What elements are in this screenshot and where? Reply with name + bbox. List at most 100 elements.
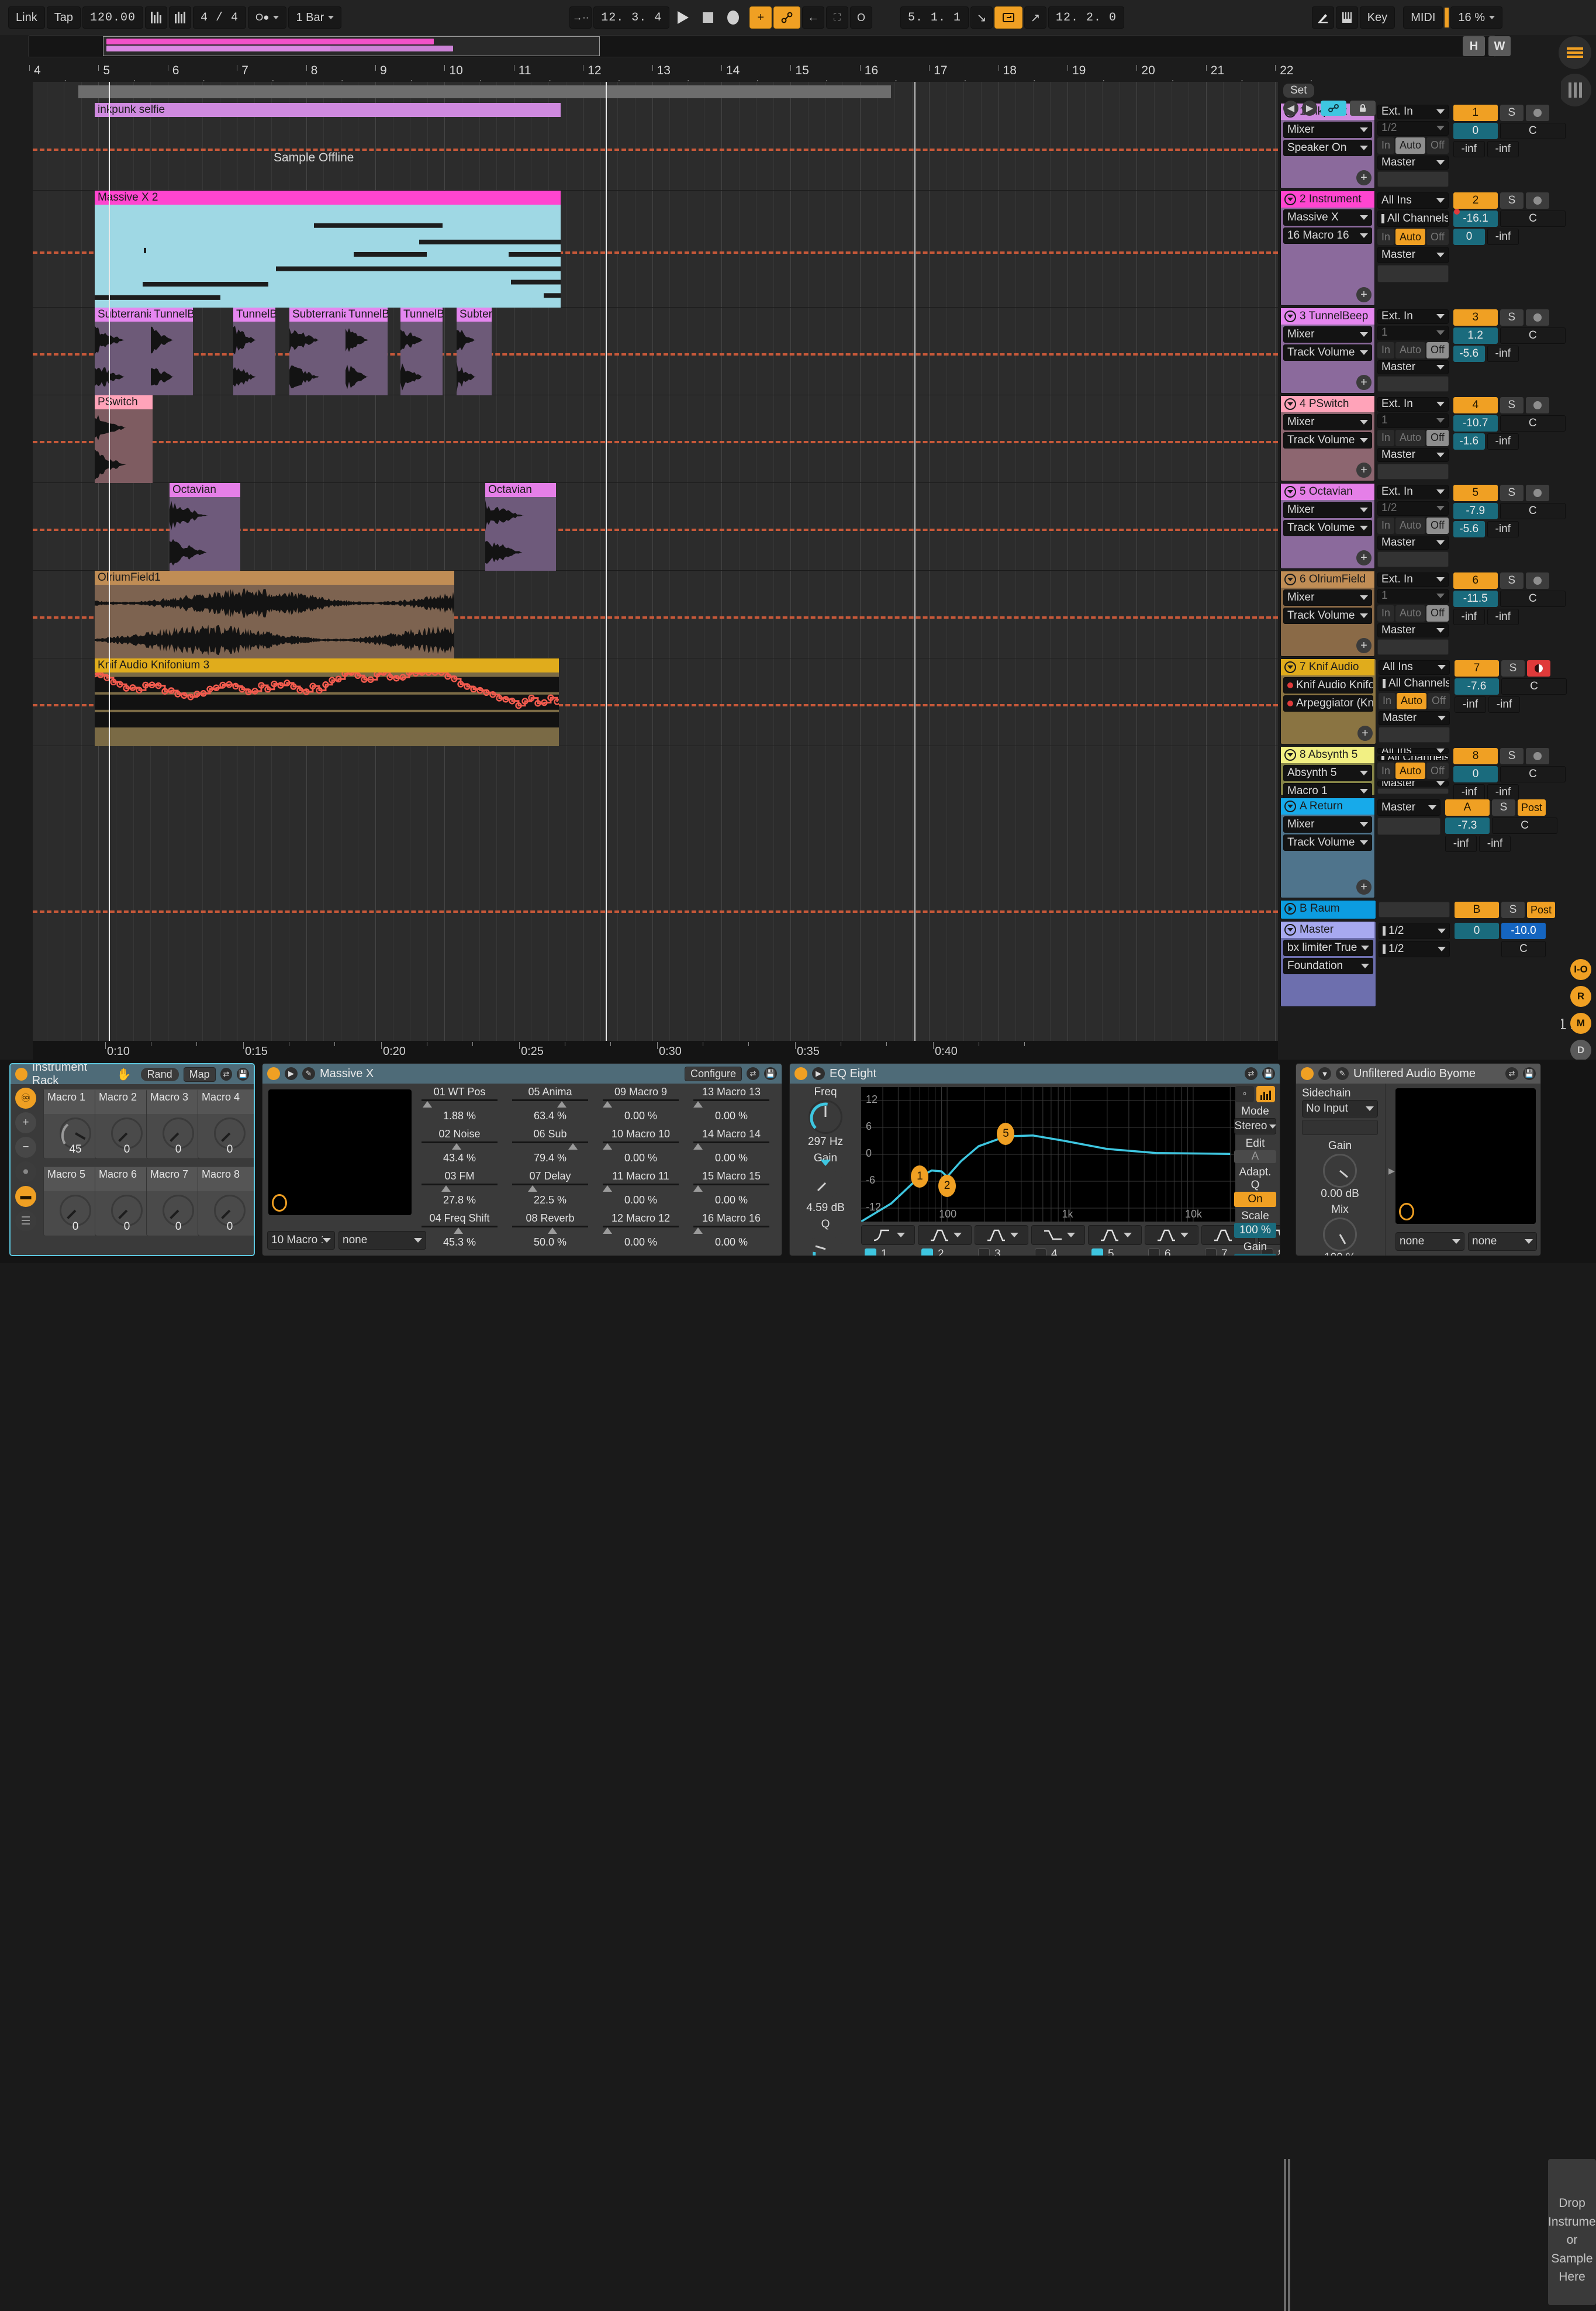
arm-record-button[interactable] <box>1526 748 1549 764</box>
clip-title[interactable]: Octavian <box>170 483 240 497</box>
clip-title[interactable]: inkpunk selfie <box>95 103 561 117</box>
monitor-in-button[interactable]: In <box>1377 517 1395 534</box>
output-select[interactable]: Master <box>1377 155 1449 170</box>
solo-button[interactable]: S <box>1501 660 1525 677</box>
freq-knob[interactable] <box>809 1100 842 1134</box>
device-fold-icon[interactable]: ▼ <box>1318 1067 1331 1080</box>
meter-left-value[interactable]: -1.6 <box>1453 433 1485 450</box>
mixer-section-button-r[interactable]: R <box>1570 986 1591 1007</box>
pan-field[interactable]: C <box>1501 678 1567 695</box>
nudge-icon[interactable] <box>168 6 191 29</box>
output-select[interactable]: Master <box>1377 623 1449 638</box>
key-map-button[interactable]: Key <box>1359 6 1395 29</box>
meter-left-value[interactable]: -inf <box>1445 836 1477 852</box>
arrangement-clip[interactable]: Subterranian Tunnel <box>289 308 346 395</box>
solo-button[interactable]: S <box>1500 397 1524 413</box>
device-header[interactable]: Instrument Rack ✋ Rand Map ⇄ 💾 <box>11 1064 254 1087</box>
byome-plugin-view[interactable] <box>1395 1088 1536 1224</box>
volume-field[interactable]: 1.2 <box>1453 327 1498 344</box>
nav-forward-icon[interactable]: ▶ <box>1302 101 1317 116</box>
meter-left-value[interactable]: -inf <box>1453 141 1485 157</box>
meter-right-value[interactable]: -inf <box>1487 433 1519 450</box>
parameter-thumb[interactable] <box>693 1143 703 1150</box>
lock-icon[interactable] <box>1350 101 1376 116</box>
loop-selector-icon[interactable]: ⛶ <box>826 6 848 29</box>
add-device-button[interactable]: + <box>1356 170 1372 185</box>
rand-button[interactable]: Rand <box>140 1067 179 1081</box>
arm-record-button[interactable] <box>1525 309 1549 326</box>
output-channel-select[interactable] <box>1377 551 1449 567</box>
plugin-parameter[interactable]: 12 Macro 12 0.00 % <box>600 1212 681 1248</box>
link-button[interactable]: Link <box>8 6 45 29</box>
draw-mode-icon[interactable]: + <box>749 6 772 29</box>
quantization-select[interactable]: 1 Bar <box>288 6 342 29</box>
pre-post-button[interactable]: Post <box>1518 799 1546 816</box>
solo-button[interactable]: S <box>1500 572 1524 589</box>
meter-left-value[interactable]: -inf <box>1453 609 1485 625</box>
save-preset-icon[interactable]: 💾 <box>764 1067 777 1080</box>
output-select[interactable]: Master <box>1377 447 1449 463</box>
device-activator-icon[interactable] <box>267 1067 280 1080</box>
arrangement-clip[interactable]: TunnelBeep <box>400 308 443 395</box>
monitor-auto-button[interactable]: Auto <box>1395 429 1426 446</box>
plugin-parameter[interactable]: 06 Sub 79.4 % <box>510 1128 590 1164</box>
punch-out-icon[interactable]: ↗ <box>1024 6 1047 29</box>
headphone-icon[interactable]: ◦ <box>1235 1086 1254 1102</box>
parameter-thumb[interactable] <box>693 1227 703 1234</box>
time-signature-field[interactable]: 4 / 4 <box>192 6 246 29</box>
track-param[interactable]: Speaker On <box>1283 140 1372 156</box>
meter-right-value[interactable]: -inf <box>1488 696 1520 713</box>
track-number-button[interactable]: 4 <box>1453 397 1498 413</box>
input-channel-select[interactable]: 1 <box>1377 588 1449 603</box>
eq-band-shape-select[interactable] <box>1088 1225 1142 1245</box>
add-device-button[interactable]: + <box>1356 879 1372 895</box>
pan-field[interactable]: C <box>1500 766 1566 782</box>
track-device[interactable]: Knif Audio Knifonium <box>1283 677 1373 694</box>
track-name-row[interactable]: Master <box>1281 922 1374 938</box>
modulation-handle-icon[interactable] <box>272 1194 287 1212</box>
remove-macro-icon[interactable]: − <box>15 1137 36 1158</box>
track-number-button[interactable]: 7 <box>1455 660 1499 677</box>
expand-arrow-icon[interactable]: ▶ <box>1388 1086 1395 1255</box>
track-name-row[interactable]: B Raum <box>1281 901 1374 917</box>
monitor-off-button[interactable]: Off <box>1426 137 1449 154</box>
input-channel-select[interactable]: 1/2 <box>1377 501 1449 516</box>
hamburger-menu-icon[interactable] <box>1559 36 1591 69</box>
output-select[interactable]: Master <box>1377 360 1449 375</box>
macro-label[interactable]: Macro 8 <box>198 1167 254 1191</box>
master-device[interactable]: bx limiter True <box>1283 940 1373 956</box>
arrangement-clip[interactable]: TunnelBeep <box>233 308 275 395</box>
solo-button[interactable]: S <box>1500 485 1524 501</box>
arrangement-track-row[interactable]: PSwitch <box>33 395 1278 483</box>
clip-title[interactable]: OlriumField1 <box>95 571 454 585</box>
mixer-section-button-io[interactable]: I-O <box>1570 959 1591 980</box>
track-device[interactable]: Mixer <box>1283 122 1372 138</box>
input-type-select[interactable]: Ext. In <box>1377 105 1449 119</box>
track-fold-icon[interactable] <box>1284 661 1296 673</box>
solo-button[interactable]: S <box>1500 105 1524 121</box>
track-name[interactable]: 8 Absynth 5 <box>1300 749 1357 761</box>
loop-length-field[interactable]: 12. 2. 0 <box>1048 6 1125 29</box>
monitor-auto-button[interactable]: Auto <box>1395 137 1426 154</box>
solo-button[interactable]: S <box>1500 192 1524 209</box>
track-name[interactable]: 2 Instrument <box>1300 193 1362 206</box>
eq-band-enable-checkbox[interactable] <box>1148 1248 1160 1255</box>
meter-left-value[interactable]: -inf <box>1455 696 1486 713</box>
track-fold-icon[interactable] <box>1284 903 1296 915</box>
track-name[interactable]: 7 Knif Audio <box>1300 661 1359 674</box>
output-channel-select[interactable] <box>1377 376 1449 392</box>
monitor-off-button[interactable]: Off <box>1428 692 1450 709</box>
monitor-auto-button[interactable]: Auto <box>1395 229 1426 245</box>
track-header[interactable]: Master bx limiter True Foundation <box>1280 921 1376 1007</box>
arrangement-position[interactable]: 12. 3. 4 <box>593 6 670 29</box>
arrangement-clip[interactable]: TunnelBeep <box>151 308 193 395</box>
punch-in-icon[interactable]: ↘ <box>970 6 993 29</box>
sidechain-select[interactable]: No Input <box>1302 1100 1378 1117</box>
device-header[interactable]: ▶ ✎ Massive X Configure ⇄ 💾 <box>262 1064 782 1084</box>
solo-button[interactable]: S <box>1501 902 1525 918</box>
input-type-select[interactable]: All Ins <box>1379 660 1450 675</box>
eq-band-shape-select[interactable] <box>1031 1225 1085 1245</box>
arm-record-button[interactable] <box>1525 572 1549 589</box>
pan-field[interactable]: C <box>1500 503 1566 519</box>
monitor-in-button[interactable]: In <box>1377 763 1395 779</box>
